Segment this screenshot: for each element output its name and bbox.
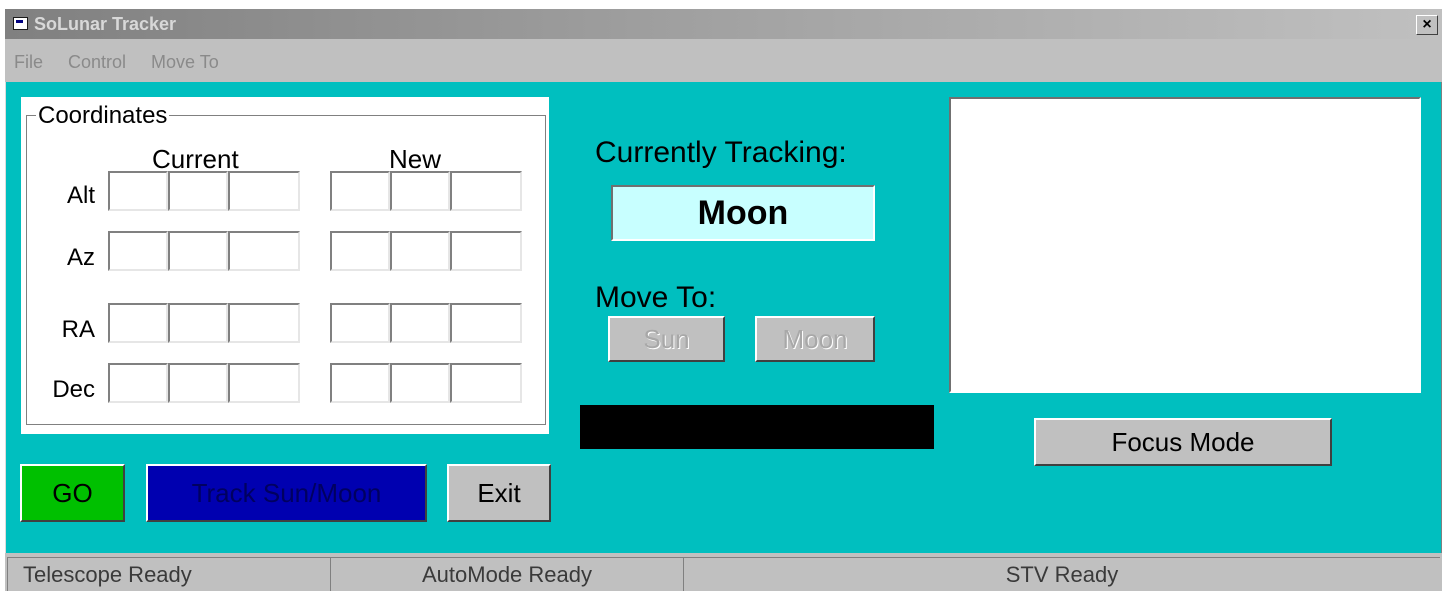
status-pane-telescope: Telescope Ready (7, 557, 330, 591)
move-to-sun-button[interactable]: Sun (608, 316, 725, 362)
dec-current-sec-field[interactable] (228, 363, 300, 403)
solunar-tracker-window: SoLunar Tracker × File Control Move To C… (5, 9, 1442, 591)
ra-new-sec-field[interactable] (450, 303, 522, 343)
dec-current-min-field[interactable] (168, 363, 228, 403)
alt-current-deg-field[interactable] (108, 171, 168, 211)
exit-button[interactable]: Exit (447, 464, 551, 522)
close-button[interactable]: × (1416, 15, 1438, 35)
menu-bar: File Control Move To (5, 39, 1442, 82)
status-telescope-text: Telescope Ready (23, 562, 192, 587)
dec-current-deg-field[interactable] (108, 363, 168, 403)
row-label-dec: Dec (52, 376, 95, 403)
status-pane-automode: AutoMode Ready (330, 557, 683, 591)
ra-current-hr-field[interactable] (108, 303, 168, 343)
dec-new-min-field[interactable] (390, 363, 450, 403)
move-to-label: Move To: (595, 281, 717, 314)
menu-file[interactable]: File (14, 52, 43, 73)
currently-tracking-label: Currently Tracking: (595, 136, 847, 169)
status-automode-text: AutoMode Ready (422, 562, 592, 587)
az-new-min-field[interactable] (390, 231, 450, 271)
alt-new-sec-field[interactable] (450, 171, 522, 211)
dec-new-sec-field[interactable] (450, 363, 522, 403)
app-icon (13, 17, 28, 30)
az-new-deg-field[interactable] (330, 231, 390, 271)
alt-current-min-field[interactable] (168, 171, 228, 211)
row-label-az: Az (66, 244, 95, 271)
ra-new-hr-field[interactable] (330, 303, 390, 343)
menu-move-to[interactable]: Move To (151, 52, 219, 73)
alt-new-deg-field[interactable] (330, 171, 390, 211)
status-stv-text: STV Ready (1005, 562, 1119, 587)
status-pane-stv: STV Ready (683, 557, 1440, 591)
az-current-deg-field[interactable] (108, 231, 168, 271)
window-title: SoLunar Tracker (34, 14, 177, 34)
go-button[interactable]: GO (20, 464, 125, 522)
az-current-min-field[interactable] (168, 231, 228, 271)
ra-new-min-field[interactable] (390, 303, 450, 343)
row-label-alt: Alt (66, 182, 95, 209)
az-current-sec-field[interactable] (228, 231, 300, 271)
coordinates-group-label: Coordinates (36, 102, 170, 130)
status-bar: Telescope Ready AutoMode Ready STV Ready (5, 553, 1442, 591)
menu-control[interactable]: Control (68, 52, 126, 73)
az-new-sec-field[interactable] (450, 231, 522, 271)
ra-current-min-field[interactable] (168, 303, 228, 343)
image-display-area (949, 97, 1421, 393)
focus-mode-button[interactable]: Focus Mode (1034, 418, 1332, 466)
track-sun-moon-button[interactable]: Track Sun/Moon (146, 464, 427, 522)
alt-new-min-field[interactable] (390, 171, 450, 211)
title-bar[interactable]: SoLunar Tracker × (5, 9, 1442, 39)
alt-current-sec-field[interactable] (228, 171, 300, 211)
progress-bar (580, 405, 934, 449)
ra-current-sec-field[interactable] (228, 303, 300, 343)
row-label-ra: RA (61, 316, 95, 343)
tracking-target-display: Moon (611, 185, 875, 241)
move-to-moon-button[interactable]: Moon (755, 316, 875, 362)
coordinates-panel: Coordinates Current New Alt Az RA Dec (21, 97, 549, 434)
dec-new-deg-field[interactable] (330, 363, 390, 403)
